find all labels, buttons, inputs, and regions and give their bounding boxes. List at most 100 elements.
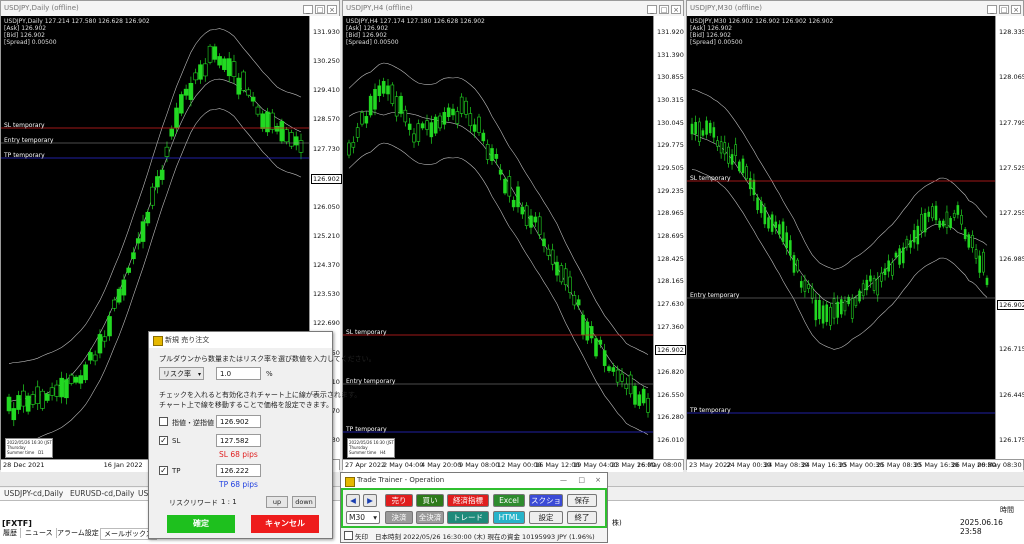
window-titlebar[interactable]: USDJPY,Daily (offline) _ □ × bbox=[1, 1, 339, 17]
candle bbox=[960, 215, 963, 225]
tp-checkbox[interactable]: ✓ bbox=[159, 466, 168, 475]
trainer-titlebar[interactable]: Trade Trainer - Operation — □ × bbox=[341, 473, 607, 488]
minimize-icon[interactable]: _ bbox=[987, 5, 997, 14]
candle bbox=[54, 384, 60, 397]
exit-button[interactable]: 終了 bbox=[567, 511, 597, 524]
time-tick: 28 Dec 2021 bbox=[3, 461, 45, 469]
window-titlebar[interactable]: USDJPY,M30 (offline) _ □ × bbox=[687, 1, 1023, 17]
price-tick: 129.235 bbox=[657, 186, 684, 195]
econ-indicator-button[interactable]: 経済指標 bbox=[447, 494, 489, 507]
candle bbox=[568, 276, 572, 293]
maximize-icon[interactable]: □ bbox=[315, 5, 325, 14]
trade-button[interactable]: トレード bbox=[447, 511, 489, 524]
candle bbox=[712, 127, 716, 138]
time-tick: 4 May 20:00 bbox=[421, 461, 462, 469]
candle bbox=[246, 89, 251, 96]
close-icon[interactable]: × bbox=[595, 473, 601, 488]
candle bbox=[927, 211, 931, 217]
sl-price-field[interactable]: 127.582 bbox=[216, 434, 261, 447]
candle bbox=[30, 394, 36, 405]
price-chart[interactable]: USDJPY,M30 126.902 126.902 126.902 126.9… bbox=[687, 16, 995, 459]
candle bbox=[381, 81, 386, 94]
excel-button[interactable]: Excel bbox=[493, 494, 525, 507]
candle bbox=[140, 221, 146, 242]
maximize-icon[interactable]: □ bbox=[659, 5, 669, 14]
close-icon[interactable]: × bbox=[327, 5, 337, 14]
tab-history[interactable]: 履歴 bbox=[0, 528, 21, 538]
down-button[interactable]: down bbox=[292, 496, 316, 508]
save-button[interactable]: 保存 bbox=[567, 494, 597, 507]
screenshot-button[interactable]: スクショ bbox=[529, 494, 563, 507]
arrow-checkbox[interactable] bbox=[344, 531, 353, 540]
candle bbox=[377, 85, 382, 97]
price-tick: 128.065 bbox=[999, 73, 1024, 82]
window-titlebar[interactable]: USDJPY,H4 (offline) _ □ × bbox=[343, 1, 683, 17]
price-tick: 129.410 bbox=[313, 86, 340, 95]
next-arrow-icon[interactable]: ▶ bbox=[363, 494, 377, 507]
maximize-icon[interactable]: □ bbox=[999, 5, 1009, 14]
candle bbox=[241, 71, 246, 91]
up-button[interactable]: up bbox=[266, 496, 288, 508]
time-axis: 23 May 2022 24 May 00:30 24 May 08:30 24 Ma… bbox=[687, 459, 1023, 472]
bollinger-band-line bbox=[691, 169, 988, 350]
note-text: チェックを入れると有効化されチャート上に線が表示されます。 bbox=[159, 391, 362, 399]
buy-button[interactable]: 買い bbox=[416, 494, 444, 507]
prev-arrow-icon[interactable]: ◀ bbox=[346, 494, 360, 507]
tab-eurusd-daily[interactable]: EURUSD-cd,Daily bbox=[66, 488, 140, 500]
current-price-tag: 126.902 bbox=[997, 300, 1024, 310]
candle bbox=[169, 128, 175, 137]
current-price-tag: 126.902 bbox=[311, 173, 342, 184]
risk-type-select[interactable]: リスク率 ▾ bbox=[159, 367, 204, 380]
candle bbox=[351, 142, 356, 148]
candle bbox=[472, 124, 477, 132]
sl-line-label: SL temporary bbox=[690, 175, 731, 182]
sell-button[interactable]: 売り bbox=[385, 494, 413, 507]
candle bbox=[174, 107, 179, 129]
close-icon[interactable]: × bbox=[671, 5, 681, 14]
minimize-icon[interactable]: _ bbox=[303, 5, 313, 14]
candle bbox=[716, 140, 719, 147]
settings-button[interactable]: 設定 bbox=[529, 511, 563, 524]
close-position-button[interactable]: 決済 bbox=[385, 511, 413, 524]
dialog-titlebar[interactable]: 新規 売り注文 bbox=[149, 332, 332, 348]
confirm-button[interactable]: 確定 bbox=[167, 515, 235, 533]
tab-alarm[interactable]: アラーム設定 bbox=[54, 528, 103, 538]
close-all-button[interactable]: 全決済 bbox=[416, 511, 444, 524]
bollinger-band-line bbox=[348, 62, 649, 355]
price-chart[interactable]: USDJPY,H4 127.174 127.180 126.628 126.90… bbox=[343, 16, 653, 459]
candle bbox=[407, 123, 412, 130]
candle bbox=[633, 385, 637, 405]
minimize-icon[interactable]: — bbox=[560, 473, 567, 488]
candle bbox=[752, 179, 756, 196]
candle bbox=[727, 146, 730, 164]
limit-price-field[interactable]: 126.902 bbox=[216, 415, 261, 428]
candle bbox=[429, 122, 434, 138]
risk-value-field[interactable]: 1.0 bbox=[216, 367, 261, 380]
sl-checkbox[interactable]: ✓ bbox=[159, 436, 168, 445]
tab-usdjpy-daily[interactable]: USDJPY-cd,Daily bbox=[0, 488, 69, 500]
tab-news[interactable]: ニュース bbox=[22, 528, 57, 538]
chart-info: USDJPY,H4 127.174 127.180 126.628 126.90… bbox=[346, 18, 485, 46]
entry-line-label: Entry temporary bbox=[4, 137, 54, 144]
limit-label: 指値・逆指値 bbox=[172, 419, 214, 427]
candle bbox=[107, 316, 112, 337]
candle bbox=[594, 338, 598, 357]
html-button[interactable]: HTML bbox=[493, 511, 525, 524]
close-icon[interactable]: × bbox=[1011, 5, 1021, 14]
candle bbox=[945, 211, 949, 228]
candle bbox=[373, 89, 377, 110]
minimize-icon[interactable]: _ bbox=[647, 5, 657, 14]
candle bbox=[537, 216, 542, 235]
limit-checkbox[interactable] bbox=[159, 417, 168, 426]
cancel-button[interactable]: キャンセル bbox=[251, 515, 319, 533]
candle bbox=[581, 314, 585, 336]
tp-price-field[interactable]: 126.222 bbox=[216, 464, 261, 477]
candle bbox=[44, 393, 50, 401]
timeframe-select[interactable]: M30 ▾ bbox=[346, 511, 380, 524]
chart-window-h4[interactable]: USDJPY,H4 (offline) _ □ × USDJPY,H4 127.17… bbox=[342, 0, 686, 472]
chart-window-m30[interactable]: USDJPY,M30 (offline) _ □ × USDJPY,M30 126.… bbox=[686, 0, 1024, 472]
candle bbox=[785, 232, 788, 249]
candle bbox=[628, 374, 633, 395]
price-tick: 130.250 bbox=[313, 57, 340, 66]
maximize-icon[interactable]: □ bbox=[578, 473, 585, 488]
